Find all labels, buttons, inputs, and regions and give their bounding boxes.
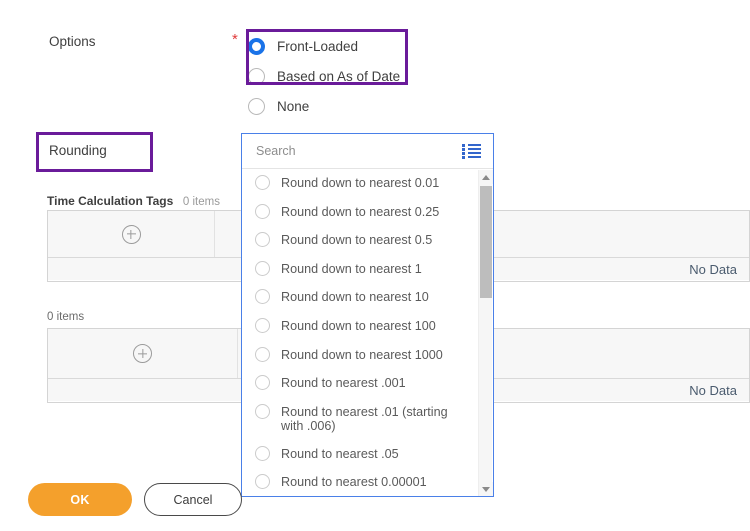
table-title: Time Calculation Tags [47, 194, 174, 208]
list-item[interactable]: Round down to nearest 1000 [242, 341, 493, 370]
radio-button-icon[interactable] [255, 375, 270, 391]
list-item-label: Round down to nearest 1000 [281, 347, 443, 362]
options-field-label: Options [49, 34, 96, 49]
no-data-text: No Data [689, 382, 737, 398]
radio-button-icon[interactable] [255, 403, 270, 419]
cancel-button[interactable]: Cancel [144, 483, 242, 516]
scroll-up-arrow-icon[interactable] [479, 170, 493, 184]
ok-button[interactable]: OK [28, 483, 132, 516]
add-row-cell[interactable] [48, 329, 238, 378]
list-item[interactable]: Round down to nearest 0.5 [242, 226, 493, 255]
search-input[interactable] [256, 144, 462, 158]
radio-button-icon[interactable] [248, 97, 265, 115]
rounding-options-dropdown[interactable]: Round down to nearest 0.01 Round down to… [241, 133, 494, 497]
radio-button-icon[interactable] [255, 289, 270, 305]
list-item-label: Round down to nearest 1 [281, 261, 422, 276]
add-row-cell[interactable] [48, 211, 215, 257]
plus-circle-icon[interactable] [121, 224, 141, 244]
list-item-label: Round down to nearest 0.01 [281, 176, 440, 190]
radio-button-icon[interactable] [255, 175, 270, 190]
list-item[interactable]: Round to nearest .01 (starting with .006… [242, 398, 493, 440]
list-item-label: Round to nearest 0.00001 [281, 475, 427, 490]
list-item[interactable]: Round to nearest .05 [242, 440, 493, 469]
list-item-label: Round to nearest .001 [281, 376, 406, 391]
radio-button-icon[interactable] [255, 317, 270, 333]
no-data-text: No Data [689, 261, 737, 277]
table-item-count: 0 items [182, 196, 220, 208]
list-item[interactable]: Round down to nearest 0.01 [242, 169, 493, 198]
radio-option-label: Front-Loaded [277, 38, 359, 54]
radio-option-based-on-as-of-date[interactable]: Based on As of Date [248, 61, 420, 91]
radio-button-icon[interactable] [255, 445, 270, 461]
radio-button-icon[interactable] [255, 346, 270, 362]
scroll-down-arrow-icon[interactable] [479, 482, 493, 496]
radio-button-icon[interactable] [255, 474, 270, 490]
scrollbar-thumb[interactable] [480, 186, 492, 298]
list-item[interactable]: Round down to nearest 1 [242, 255, 493, 284]
list-item[interactable]: Round down to nearest 10 [242, 283, 493, 312]
list-item-label: Round to nearest .01 (starting with .006… [281, 404, 448, 433]
list-item[interactable]: Round to nearest 0.00001 [242, 468, 493, 496]
radio-option-front-loaded[interactable]: Front-Loaded [248, 31, 420, 61]
list-item-label: Round to nearest .05 [281, 446, 399, 461]
dropdown-scrollbar[interactable] [478, 170, 493, 496]
list-item[interactable]: Round down to nearest 0.25 [242, 198, 493, 227]
list-item-label: Round down to nearest 100 [281, 318, 436, 333]
radio-option-label: Based on As of Date [277, 68, 401, 84]
radio-button-icon[interactable] [255, 203, 270, 219]
radio-option-none[interactable]: None [248, 91, 420, 121]
rounding-field-label: Rounding [49, 143, 107, 158]
options-radio-group: Front-Loaded Based on As of Date None [248, 31, 420, 121]
radio-button-icon[interactable] [255, 260, 270, 276]
dropdown-search-bar [242, 134, 493, 169]
radio-button-icon[interactable] [248, 37, 265, 55]
radio-option-label: None [277, 98, 310, 114]
second-table-item-count: 0 items [47, 311, 85, 323]
radio-button-icon[interactable] [255, 232, 270, 248]
radio-button-icon[interactable] [248, 67, 265, 85]
required-asterisk: * [232, 31, 238, 48]
list-view-icon[interactable] [462, 143, 481, 159]
plus-circle-icon[interactable] [133, 344, 152, 363]
list-item-label: Round down to nearest 0.25 [281, 204, 440, 219]
list-item-label: Round down to nearest 10 [281, 290, 429, 305]
time-calculation-tags-header: Time Calculation Tags 0 items [47, 193, 220, 208]
dropdown-option-list[interactable]: Round down to nearest 0.01 Round down to… [242, 169, 493, 496]
list-item[interactable]: Round down to nearest 100 [242, 312, 493, 341]
list-item-label: Round down to nearest 0.5 [281, 233, 433, 248]
list-item[interactable]: Round to nearest .001 [242, 369, 493, 398]
